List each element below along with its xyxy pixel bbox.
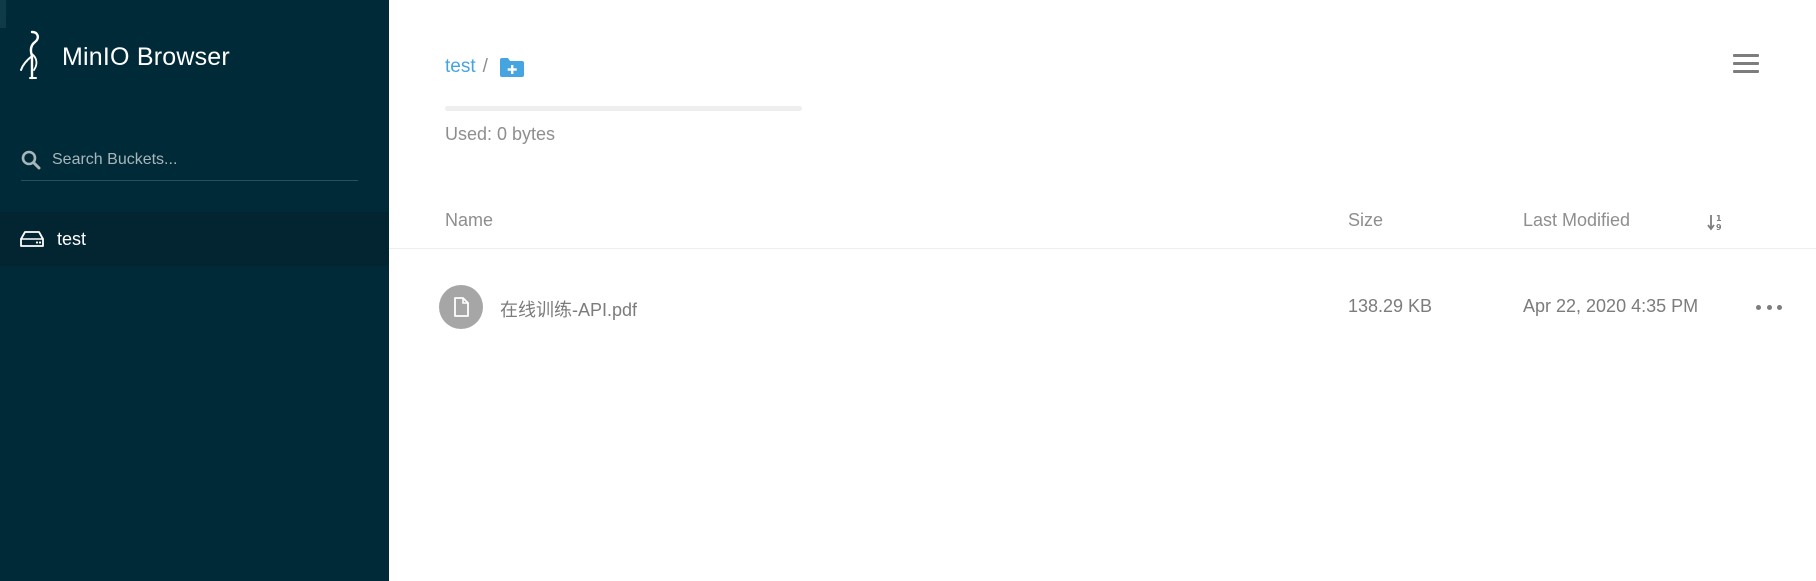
hard-drive-icon: [20, 231, 44, 247]
folder-plus-icon[interactable]: [499, 57, 525, 78]
search-icon: [21, 150, 41, 170]
more-horizontal-icon[interactable]: [1756, 298, 1782, 316]
file-table-header: Name Size Last Modified 1 9: [389, 196, 1816, 249]
brand: MinIO Browser: [18, 30, 230, 84]
file-icon: [439, 285, 483, 329]
minio-browser-app: MinIO Browser test test /: [0, 0, 1816, 581]
window-corner-mark: [0, 0, 6, 28]
search-buckets-input[interactable]: [50, 150, 344, 170]
file-name[interactable]: 在线训练-API.pdf: [500, 296, 637, 322]
breadcrumb-separator: /: [482, 56, 488, 77]
bucket-item-test[interactable]: test: [0, 212, 389, 266]
breadcrumb-bucket-link[interactable]: test: [445, 56, 476, 78]
sidebar: MinIO Browser test: [0, 0, 389, 581]
table-row[interactable]: 在线训练-API.pdf 138.29 KB Apr 22, 2020 4:35…: [389, 276, 1816, 338]
file-last-modified: Apr 22, 2020 4:35 PM: [1523, 296, 1699, 316]
file-size: 138.29 KB: [1348, 296, 1433, 316]
app-title: MinIO Browser: [62, 42, 230, 71]
storage-usage-text: Used: 0 bytes: [445, 124, 556, 144]
storage-usage-bar: [445, 106, 802, 111]
column-header-size[interactable]: Size: [1348, 210, 1383, 231]
main-content: test / Used: 0 bytes Name Size Last Modi…: [389, 0, 1816, 581]
bucket-search: [21, 140, 358, 181]
minio-bird-icon: [20, 30, 40, 80]
sort-icon[interactable]: 1 9: [1706, 212, 1726, 232]
column-header-name[interactable]: Name: [445, 210, 493, 231]
breadcrumb: test /: [445, 56, 525, 78]
hamburger-menu-icon[interactable]: [1733, 54, 1759, 78]
svg-text:1: 1: [1716, 214, 1722, 223]
column-header-last-modified[interactable]: Last Modified: [1523, 210, 1630, 231]
bucket-label: test: [57, 228, 87, 249]
svg-text:9: 9: [1716, 223, 1722, 232]
